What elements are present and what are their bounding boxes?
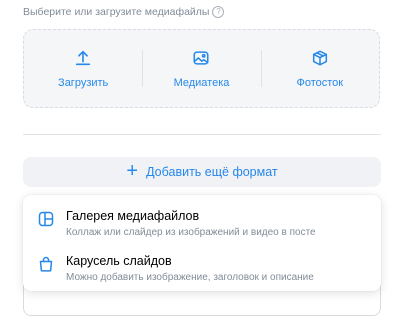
- plus-icon: +: [126, 160, 139, 182]
- add-format-label: Добавить ещё формат: [146, 165, 278, 179]
- upload-label: Загрузить: [58, 76, 109, 89]
- box-icon: [312, 49, 327, 66]
- menu-item-gallery[interactable]: Галерея медиафайлов Коллаж или слайдер и…: [23, 199, 381, 243]
- photostock-button[interactable]: Фотосток: [260, 30, 379, 107]
- menu-item-title: Карусель слайдов: [66, 254, 172, 268]
- media-library-button[interactable]: Медиатека: [142, 30, 260, 107]
- upload-button[interactable]: Загрузить: [24, 30, 142, 107]
- upload-icon: [76, 50, 91, 65]
- media-hint-text: Выберите или загрузите медиафайлы: [23, 6, 210, 18]
- media-upload-box: Загрузить Медиатека Фотосток: [23, 29, 380, 108]
- image-icon: [193, 50, 209, 65]
- menu-item-subtitle: Можно добавить изображение, заголовок и …: [66, 272, 314, 283]
- bag-icon: [39, 256, 53, 272]
- add-format-button[interactable]: + Добавить ещё формат: [23, 157, 381, 187]
- help-icon[interactable]: ?: [212, 6, 225, 18]
- gallery-icon: [38, 211, 54, 227]
- section-divider: [23, 134, 381, 135]
- media-hint: Выберите или загрузите медиафайлы ?: [23, 6, 225, 18]
- format-dropdown: Галерея медиафайлов Коллаж или слайдер и…: [23, 195, 381, 291]
- menu-item-title: Галерея медиафайлов: [66, 209, 200, 223]
- media-library-label: Медиатека: [173, 76, 230, 89]
- menu-item-carousel[interactable]: Карусель слайдов Можно добавить изображе…: [23, 244, 381, 288]
- photostock-label: Фотосток: [296, 76, 344, 89]
- menu-item-subtitle: Коллаж или слайдер из изображений и виде…: [66, 227, 316, 238]
